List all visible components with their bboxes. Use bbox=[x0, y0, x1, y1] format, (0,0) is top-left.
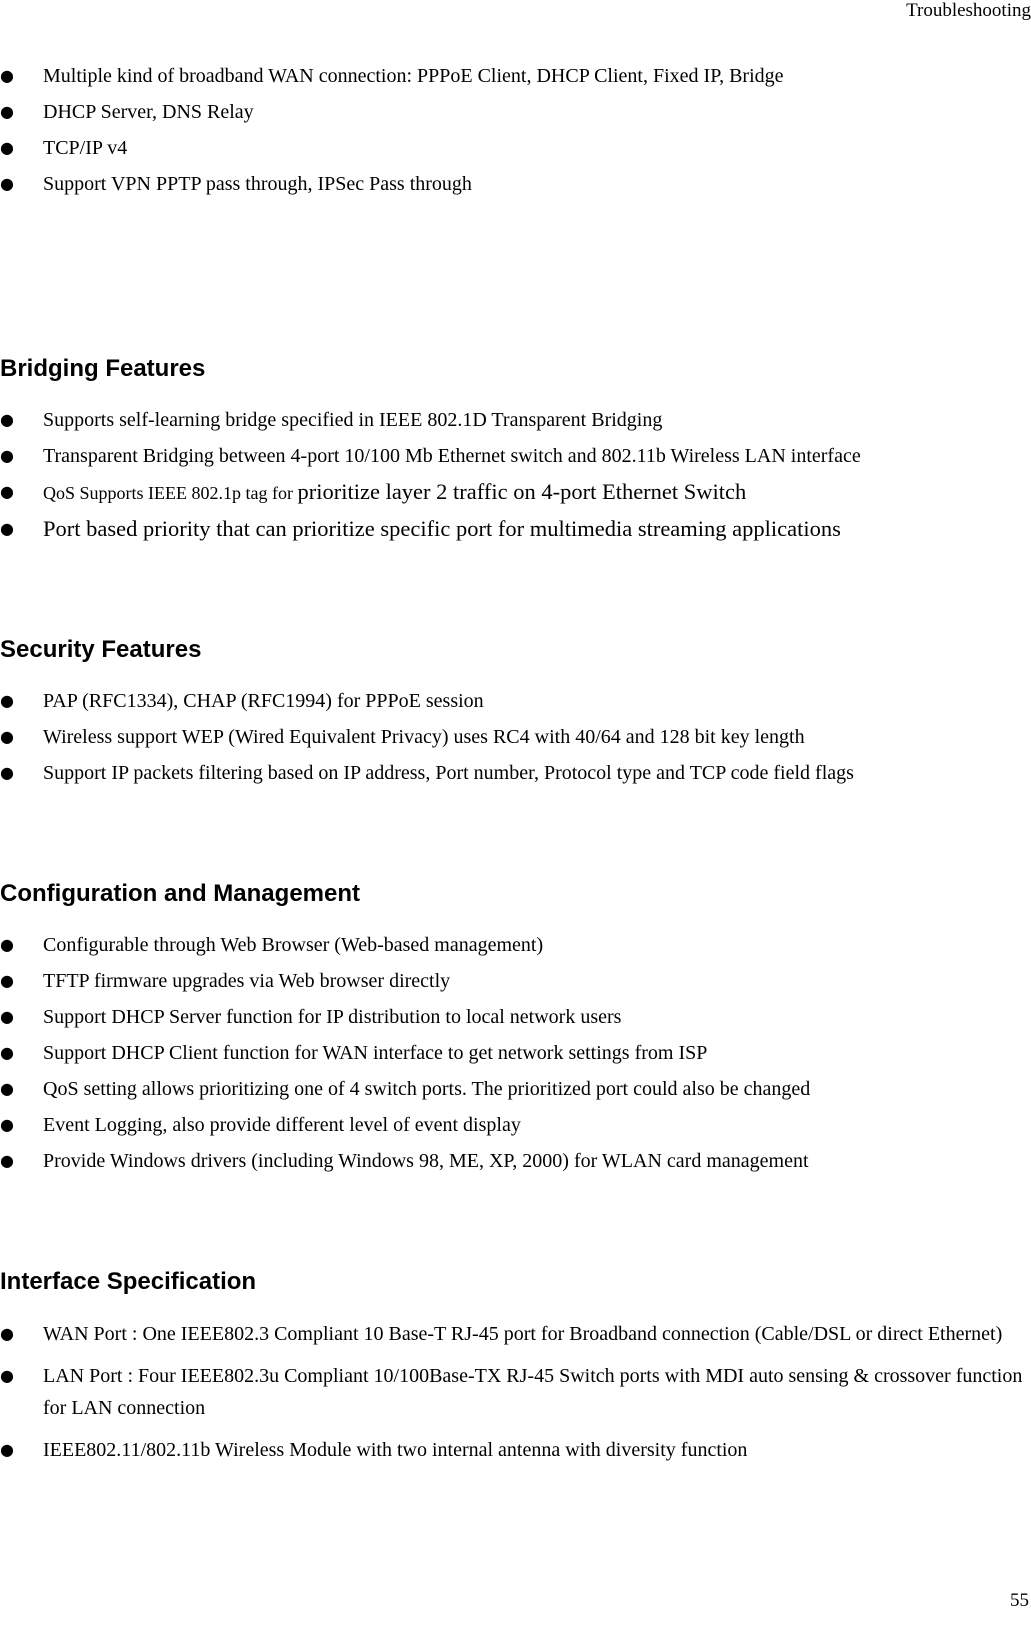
configuration-feature-list: ● Configurable through Web Browser (Web-b… bbox=[0, 929, 1031, 1181]
bullet-icon: ● bbox=[0, 1079, 14, 1098]
bullet-icon: ● bbox=[0, 410, 14, 429]
bullet-icon: ● bbox=[0, 1043, 14, 1062]
interface-spec-list: ● WAN Port : One IEEE802.3 Compliant 10 B… bbox=[0, 1318, 1031, 1476]
bullet-icon: ● bbox=[0, 1440, 14, 1459]
bullet-icon: ● bbox=[0, 1007, 14, 1026]
list-item: ● Event Logging, also provide different l… bbox=[0, 1109, 1031, 1141]
bullet-icon: ● bbox=[0, 727, 14, 746]
bullet-icon: ● bbox=[0, 763, 14, 782]
list-item: ● Multiple kind of broadband WAN connecti… bbox=[0, 60, 1031, 92]
list-item: ● Support DHCP Client function for WAN in… bbox=[0, 1037, 1031, 1069]
list-item: ● Support IP packets filtering based on I… bbox=[0, 757, 1031, 789]
bullet-icon: ● bbox=[0, 66, 14, 85]
list-item: ● LAN Port : Four IEEE802.3u Compliant 10… bbox=[0, 1360, 1031, 1424]
section-heading-interface: Interface Specification bbox=[0, 1268, 257, 1295]
bullet-icon: ● bbox=[0, 971, 14, 990]
list-item: ● Wireless support WEP (Wired Equivalent … bbox=[0, 721, 1031, 753]
intro-feature-list: ● Multiple kind of broadband WAN connecti… bbox=[0, 60, 1031, 204]
bullet-icon: ● bbox=[0, 1366, 14, 1385]
bullet-icon: ● bbox=[0, 1115, 14, 1134]
bullet-icon: ● bbox=[0, 519, 14, 538]
section-heading-bridging: Bridging Features bbox=[0, 355, 206, 382]
list-item: ● Support DHCP Server function for IP dis… bbox=[0, 1001, 1031, 1033]
list-item: ● TCP/IP v4 bbox=[0, 132, 1031, 164]
bullet-icon: ● bbox=[0, 482, 14, 501]
list-item: ● Provide Windows drivers (including Wind… bbox=[0, 1145, 1031, 1177]
bullet-icon: ● bbox=[0, 174, 14, 193]
list-item: ● Port based priority that can prioritize… bbox=[0, 513, 1031, 545]
list-item: ● IEEE802.11/802.11b Wireless Module with… bbox=[0, 1434, 1031, 1466]
section-heading-configuration: Configuration and Management bbox=[0, 880, 360, 907]
security-feature-list: ● PAP (RFC1334), CHAP (RFC1994) for PPPoE… bbox=[0, 685, 1031, 793]
bullet-icon: ● bbox=[0, 102, 14, 121]
list-item: ● QoS Supports IEEE 802.1p tag for priori… bbox=[0, 476, 1031, 509]
list-item: ● QoS setting allows prioritizing one of … bbox=[0, 1073, 1031, 1105]
running-header: Troubleshooting bbox=[906, 0, 1031, 21]
list-item: ● Support VPN PPTP pass through, IPSec Pa… bbox=[0, 168, 1031, 200]
list-item: ● PAP (RFC1334), CHAP (RFC1994) for PPPoE… bbox=[0, 685, 1031, 717]
list-item: ● Transparent Bridging between 4-port 10/… bbox=[0, 440, 1031, 472]
bullet-icon: ● bbox=[0, 1324, 14, 1343]
bullet-icon: ● bbox=[0, 138, 14, 157]
bullet-icon: ● bbox=[0, 446, 14, 465]
page-number: 55 bbox=[1010, 1590, 1029, 1611]
list-item: ● Configurable through Web Browser (Web-b… bbox=[0, 929, 1031, 961]
bullet-icon: ● bbox=[0, 935, 14, 954]
section-heading-security: Security Features bbox=[0, 636, 202, 663]
list-item: ● TFTP firmware upgrades via Web browser … bbox=[0, 965, 1031, 997]
bullet-icon: ● bbox=[0, 691, 14, 710]
list-item: ● Supports self-learning bridge specified… bbox=[0, 404, 1031, 436]
bullet-icon: ● bbox=[0, 1151, 14, 1170]
list-item: ● DHCP Server, DNS Relay bbox=[0, 96, 1031, 128]
bridging-feature-list: ● Supports self-learning bridge specified… bbox=[0, 404, 1031, 549]
list-item: ● WAN Port : One IEEE802.3 Compliant 10 B… bbox=[0, 1318, 1031, 1350]
